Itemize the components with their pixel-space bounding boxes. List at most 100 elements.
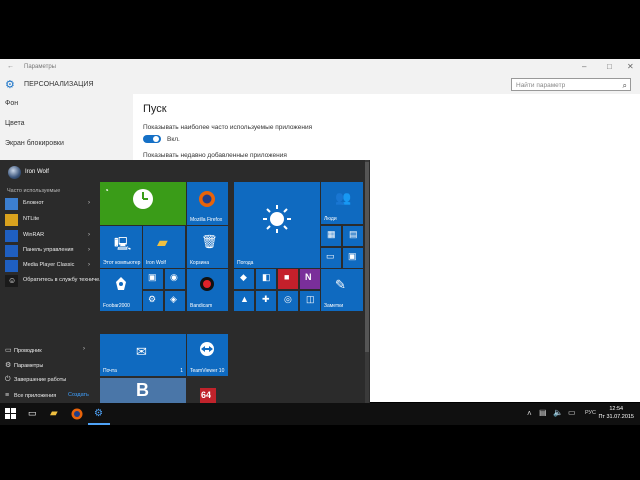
chevron-right-icon[interactable]: › [88,247,90,253]
explorer-item[interactable]: ▭ Проводник [5,346,42,354]
chevron-right-icon[interactable]: › [88,262,90,268]
recycle-bin-tile[interactable]: 🗑 Корзина [187,226,228,268]
small-tile-settings[interactable]: ⚙ [143,291,163,311]
chevron-right-icon[interactable]: › [83,346,85,352]
mail-tile[interactable]: ✉ Почта 1 [100,334,186,376]
small-tile-app2[interactable]: ◧ [256,269,276,289]
scrollbar-thumb[interactable] [365,162,369,352]
user-folder-tile[interactable]: ▰ Iron Wolf [143,226,185,268]
sidebar-item-background[interactable]: Фон [5,100,18,107]
volume-icon[interactable]: 🔈 [553,408,563,430]
tile-label: Почта [103,368,117,374]
power-label: Завершение работы [14,377,67,383]
user-name[interactable]: Iron Wolf [25,169,49,175]
chevron-right-icon[interactable]: › [88,232,90,238]
onenote-small-tile[interactable]: N [300,269,320,289]
close-button[interactable]: ✕ [627,62,634,71]
small-tile-monitor[interactable]: ▭ [321,248,341,268]
back-arrow-icon[interactable]: ← [7,63,14,70]
search-input[interactable]: Найти параметр ⌕ [511,78,631,91]
gear-icon: ⚙ [5,79,15,91]
notes-tile[interactable]: ✎ Заметки [321,269,363,311]
notification-chevron-icon[interactable]: ˄ [527,409,532,431]
toggle-state-label: Вкл. [167,136,180,143]
people-tile[interactable]: 👥 Люди [321,182,363,224]
clock[interactable]: 12:54 Пт 31.07.2015 [598,405,634,421]
task-view-icon: ▭ [28,408,37,418]
clock-tile[interactable]: ◔ [100,182,186,225]
firefox-tile[interactable]: Mozilla Firefox [187,182,228,225]
settings-item[interactable]: ⚙ Параметры [5,361,43,369]
app-media-player-classic[interactable]: Media Player Classic › [5,259,90,273]
small-tile-app1[interactable]: ◆ [234,269,254,289]
app-icon: ◧ [262,272,271,282]
small-tile-calculator[interactable]: ▦ [321,226,341,246]
all-apps-item[interactable]: ≡ Все приложения [5,392,56,399]
vk-tile[interactable]: В [100,378,186,403]
calendar-64-tile[interactable]: 64 [200,388,216,403]
minimize-button[interactable]: – [582,62,586,71]
power-item[interactable]: ⏻ Завершение работы [5,376,66,384]
small-tile-app5[interactable]: ▲ [234,291,254,311]
app-contact-support[interactable]: ☺ Обратитесь в службу техниче... [5,274,104,288]
small-tile-shell[interactable]: ▣ [143,269,163,289]
keyboard-icon[interactable]: ▭ [568,408,576,430]
small-tile-network[interactable]: ▣ [343,248,363,268]
small-tile-calendar[interactable]: ▤ [343,226,363,246]
media-icon: ◈ [170,294,177,304]
winrar-icon [5,230,18,242]
this-pc-tile[interactable]: 🖳 Этот компьютер [100,226,142,268]
app-control-panel[interactable]: Панель управления › [5,244,90,258]
all-apps-label: Все приложения [14,393,57,399]
chevron-right-icon[interactable]: › [88,200,90,206]
firefox-icon [199,191,215,207]
app-notepad[interactable]: Блокнот › [5,197,90,211]
small-tile-app3[interactable]: ■ [278,269,298,289]
support-icon: ☺ [5,275,18,287]
foobar-tile[interactable]: Foobar2000 [100,269,142,311]
notes-icon: ✎ [335,277,346,292]
small-tile-steam[interactable]: ◉ [165,269,185,289]
explorer-taskbar-button[interactable]: ▰ [44,403,66,425]
clock-date: Пт 31.07.2015 [598,414,634,420]
sidebar-item-colors[interactable]: Цвета [5,120,25,127]
small-tile-media[interactable]: ◈ [165,291,185,311]
small-tile-app8[interactable]: ◫ [300,291,320,311]
tile-label: Корзина [190,260,210,266]
clock-icon [133,189,153,209]
mail-icon: ✉ [136,344,147,359]
page-title: ПЕРСОНАЛИЗАЦИЯ [24,81,94,88]
gear-icon: ⚙ [94,408,103,419]
network-icon[interactable]: ▤ [539,408,547,430]
avatar[interactable] [8,166,21,179]
app-icon: ✚ [262,294,270,304]
app-winrar[interactable]: WinRAR › [5,229,90,243]
tile-label: Foobar2000 [103,303,130,309]
small-tile-app7[interactable]: ◎ [278,291,298,311]
taskbar: ▭ ▰ ⚙ ˄ ▤ 🔈 ▭ РУС 12:54 Пт 31.07.2015 [0,403,640,425]
people-icon: 👥 [335,190,352,205]
weather-tile[interactable]: Погода [234,182,320,268]
app-ntlite[interactable]: NTLite [5,213,89,227]
teamviewer-tile[interactable]: TeamViewer 10 [187,334,228,376]
folder-icon: ▰ [50,408,58,419]
sidebar-item-lock-screen[interactable]: Экран блокировки [5,140,64,147]
app-label: Блокнот [23,200,44,206]
firefox-taskbar-button[interactable] [66,403,88,425]
folder-icon: ▭ [5,347,12,354]
maximize-button[interactable]: □ [607,62,612,71]
desktop: ← Параметры – □ ✕ ⚙ ПЕРСОНАЛИЗАЦИЯ Найти… [0,0,640,480]
network-icon: ▣ [348,251,357,261]
small-tile-app6[interactable]: ✚ [256,291,276,311]
create-link[interactable]: Создать [68,392,89,398]
bandicam-tile[interactable]: Bandicam [187,269,228,311]
scrollbar[interactable] [365,160,369,403]
task-view-button[interactable]: ▭ [22,403,44,425]
firefox-icon [71,408,83,420]
start-button[interactable] [0,403,22,425]
language-indicator[interactable]: РУС [585,410,596,432]
tile-label: Bandicam [190,303,213,309]
tile-label: TeamViewer 10 [190,368,225,374]
settings-taskbar-button[interactable]: ⚙ [88,403,110,425]
most-used-toggle[interactable] [143,135,161,143]
